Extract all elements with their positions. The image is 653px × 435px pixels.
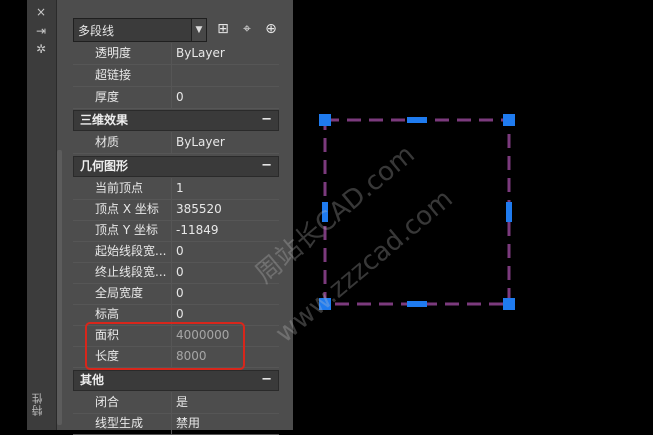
- prop-row-vertex-y[interactable]: 顶点 Y 坐标 -11849: [73, 220, 279, 242]
- prop-label: 全局宽度: [95, 286, 144, 300]
- category-geometry[interactable]: 几何图形 −: [73, 156, 279, 177]
- prop-row-current-vertex[interactable]: 当前顶点 1: [73, 178, 279, 200]
- prop-value[interactable]: 385520: [171, 199, 279, 220]
- object-type-select[interactable]: 多段线 ▼: [73, 18, 207, 42]
- prop-row-material[interactable]: 材质 ByLayer: [73, 132, 279, 154]
- palette-title: 特性: [31, 392, 44, 416]
- select-objects-icon[interactable]: ⌖: [237, 18, 257, 40]
- prop-row-linetype-generation[interactable]: 线型生成 禁用: [73, 413, 279, 435]
- category-label: 几何图形: [80, 159, 129, 173]
- vertex-grip[interactable]: [319, 114, 331, 126]
- midpoint-grip[interactable]: [506, 202, 512, 222]
- vertex-grip[interactable]: [503, 298, 515, 310]
- prop-label: 厚度: [95, 90, 120, 104]
- category-label: 其他: [80, 373, 105, 387]
- prop-value[interactable]: 0: [171, 283, 279, 304]
- prop-label: 材质: [95, 135, 120, 149]
- settings-icon[interactable]: ✲: [32, 42, 50, 56]
- prop-label: 超链接: [95, 68, 132, 82]
- prop-label: 顶点 X 坐标: [95, 202, 159, 216]
- highlight-box: [85, 322, 245, 370]
- collapse-icon[interactable]: −: [261, 371, 272, 389]
- prop-value[interactable]: [171, 65, 279, 86]
- prop-row-global-width[interactable]: 全局宽度 0: [73, 283, 279, 305]
- palette-titlebar[interactable]: × ⇥ ✲ 特性: [27, 0, 57, 430]
- collapse-icon[interactable]: −: [261, 157, 272, 175]
- auto-hide-icon[interactable]: ⇥: [32, 24, 50, 38]
- midpoint-grip[interactable]: [407, 117, 427, 123]
- prop-row-transparency[interactable]: 透明度 ByLayer: [73, 43, 279, 65]
- collapse-icon[interactable]: −: [261, 111, 272, 129]
- prop-label: 顶点 Y 坐标: [95, 223, 158, 237]
- prop-label: 当前顶点: [95, 181, 144, 195]
- midpoint-grip[interactable]: [407, 301, 427, 307]
- prop-row-hyperlink[interactable]: 超链接: [73, 65, 279, 87]
- chevron-down-icon[interactable]: ▼: [191, 19, 206, 41]
- category-3d-effects[interactable]: 三维效果 −: [73, 110, 279, 131]
- prop-value[interactable]: 1: [171, 178, 279, 199]
- prop-row-closed[interactable]: 闭合 是: [73, 392, 279, 414]
- prop-label: 闭合: [95, 395, 120, 409]
- prop-value[interactable]: 是: [171, 392, 279, 413]
- object-type-value: 多段线: [78, 24, 115, 38]
- prop-value[interactable]: -11849: [171, 220, 279, 241]
- toggle-pickadd-icon[interactable]: ⊕: [261, 18, 281, 40]
- prop-label: 线型生成: [95, 416, 144, 430]
- vertex-grip[interactable]: [503, 114, 515, 126]
- prop-value[interactable]: ByLayer: [171, 43, 279, 64]
- prop-row-thickness[interactable]: 厚度 0: [73, 87, 279, 109]
- prop-value[interactable]: 禁用: [171, 413, 279, 434]
- prop-label: 终止线段宽...: [95, 265, 167, 279]
- prop-value[interactable]: 0: [171, 87, 279, 108]
- category-misc[interactable]: 其他 −: [73, 370, 279, 391]
- quick-select-icon[interactable]: ⊞: [213, 18, 233, 40]
- vertical-scrollbar[interactable]: [57, 150, 62, 425]
- category-label: 三维效果: [80, 113, 129, 127]
- prop-row-vertex-x[interactable]: 顶点 X 坐标 385520: [73, 199, 279, 221]
- close-icon[interactable]: ×: [32, 5, 50, 19]
- prop-label: 起始线段宽...: [95, 244, 167, 258]
- prop-value[interactable]: ByLayer: [171, 132, 279, 153]
- prop-label: 透明度: [95, 46, 132, 60]
